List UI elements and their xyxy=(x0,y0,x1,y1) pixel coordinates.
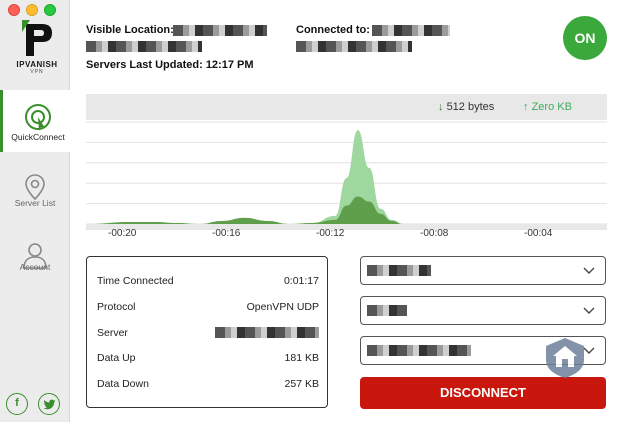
sidebar-item-quickconnect[interactable]: QuickConnect xyxy=(0,90,70,152)
country-select-value-redacted xyxy=(367,265,431,276)
sidebar-item-label: Server List xyxy=(14,198,56,208)
servers-last-updated: Servers Last Updated: 12:17 PM xyxy=(86,59,254,71)
x-tick-label: -00:04 xyxy=(524,228,553,239)
row-protocol: Protocol OpenVPN UDP xyxy=(97,301,319,317)
upload-arrow-icon: ↑ xyxy=(523,101,529,113)
brand-name: IPVANISH xyxy=(16,60,58,69)
visible-location-redacted xyxy=(173,25,267,36)
chart-header: ↓ 512 bytes ↑ Zero KB xyxy=(86,94,607,120)
server-select-value-redacted xyxy=(367,345,471,356)
ipvanish-logo: IPVANISH VPN xyxy=(12,18,62,75)
quickconnect-icon xyxy=(25,104,51,131)
brand-sub: VPN xyxy=(30,69,44,75)
facebook-icon[interactable]: f xyxy=(6,393,28,415)
sidebar-item-label: Account xyxy=(19,262,51,272)
zoom-window-button[interactable] xyxy=(44,4,56,16)
connection-info-panel: Time Connected 0:01:17 Protocol OpenVPN … xyxy=(86,256,328,408)
x-tick-label: -00:08 xyxy=(420,228,449,239)
sidebar: IPVANISH VPN QuickConnect Server List Ac… xyxy=(0,0,70,422)
row-data-up: Data Up 181 KB xyxy=(97,352,319,368)
ipvanish-logo-icon xyxy=(22,20,52,56)
data-down-value: 257 KB xyxy=(284,378,319,390)
traffic-chart: ↓ 512 bytes ↑ Zero KB -00:20 -00:16 -00:12… xyxy=(86,94,607,241)
city-select-value-redacted xyxy=(367,305,407,316)
download-rate: ↓ 512 bytes xyxy=(438,101,494,113)
download-arrow-icon: ↓ xyxy=(438,101,444,113)
sidebar-item-server-list[interactable]: Server List xyxy=(0,160,70,222)
upload-value: Zero KB xyxy=(531,101,572,113)
protocol-label: Protocol xyxy=(97,301,136,313)
chevron-down-icon xyxy=(583,307,595,314)
x-tick-label: -00:12 xyxy=(316,228,345,239)
data-up-value: 181 KB xyxy=(284,352,319,364)
time-connected-value: 0:01:17 xyxy=(283,275,319,287)
country-select[interactable] xyxy=(360,256,606,285)
close-window-button[interactable] xyxy=(8,4,20,16)
row-server: Server xyxy=(97,327,319,343)
x-tick-label: -00:16 xyxy=(212,228,241,239)
server-label: Server xyxy=(97,327,128,339)
chevron-down-icon xyxy=(583,267,595,274)
window-controls xyxy=(8,4,56,16)
city-select[interactable] xyxy=(360,296,606,325)
upload-rate: ↑ Zero KB xyxy=(523,101,572,113)
sidebar-item-account[interactable]: Account xyxy=(0,228,70,290)
sidebar-item-label: QuickConnect xyxy=(11,132,65,142)
time-connected-label: Time Connected xyxy=(97,275,174,287)
connected-to-redacted xyxy=(296,41,412,52)
visible-location-label: Visible Location: xyxy=(86,24,174,36)
protocol-value: OpenVPN UDP xyxy=(246,301,319,313)
disconnect-button[interactable]: DISCONNECT xyxy=(360,377,606,409)
data-up-label: Data Up xyxy=(97,352,136,364)
connected-to-label: Connected to: xyxy=(296,24,370,36)
visible-location-redacted xyxy=(86,41,202,52)
download-value: 512 bytes xyxy=(446,101,495,113)
connection-status-button[interactable]: ON xyxy=(563,16,607,60)
minimize-window-button[interactable] xyxy=(26,4,38,16)
twitter-icon[interactable] xyxy=(38,393,60,415)
row-time-connected: Time Connected 0:01:17 xyxy=(97,275,319,291)
house-shield-icon xyxy=(546,338,584,378)
x-tick-label: -00:20 xyxy=(108,228,137,239)
server-value-redacted xyxy=(215,327,319,338)
twitter-bird-icon xyxy=(43,399,55,410)
row-data-down: Data Down 257 KB xyxy=(97,378,319,394)
data-down-label: Data Down xyxy=(97,378,149,390)
connected-to-redacted xyxy=(372,25,450,36)
traffic-chart-plot xyxy=(86,121,607,230)
